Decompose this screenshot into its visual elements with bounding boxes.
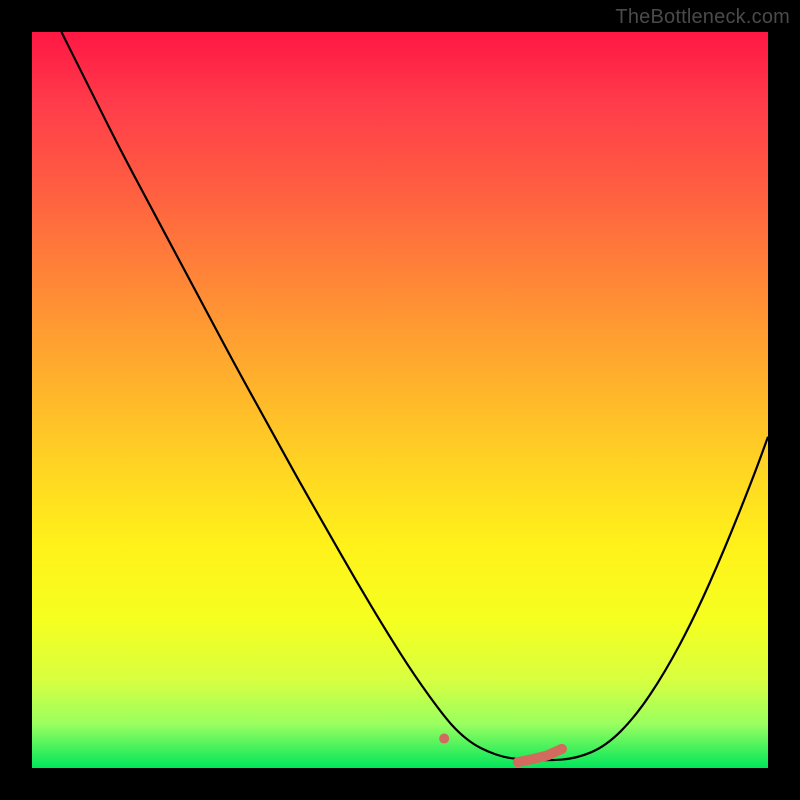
- chart-canvas: TheBottleneck.com: [0, 0, 800, 800]
- optimal-marker-group: [439, 734, 562, 763]
- curve-layer: [32, 32, 768, 768]
- bottleneck-curve: [61, 32, 768, 760]
- optimal-point-dot: [439, 734, 449, 744]
- watermark-text: TheBottleneck.com: [615, 6, 790, 29]
